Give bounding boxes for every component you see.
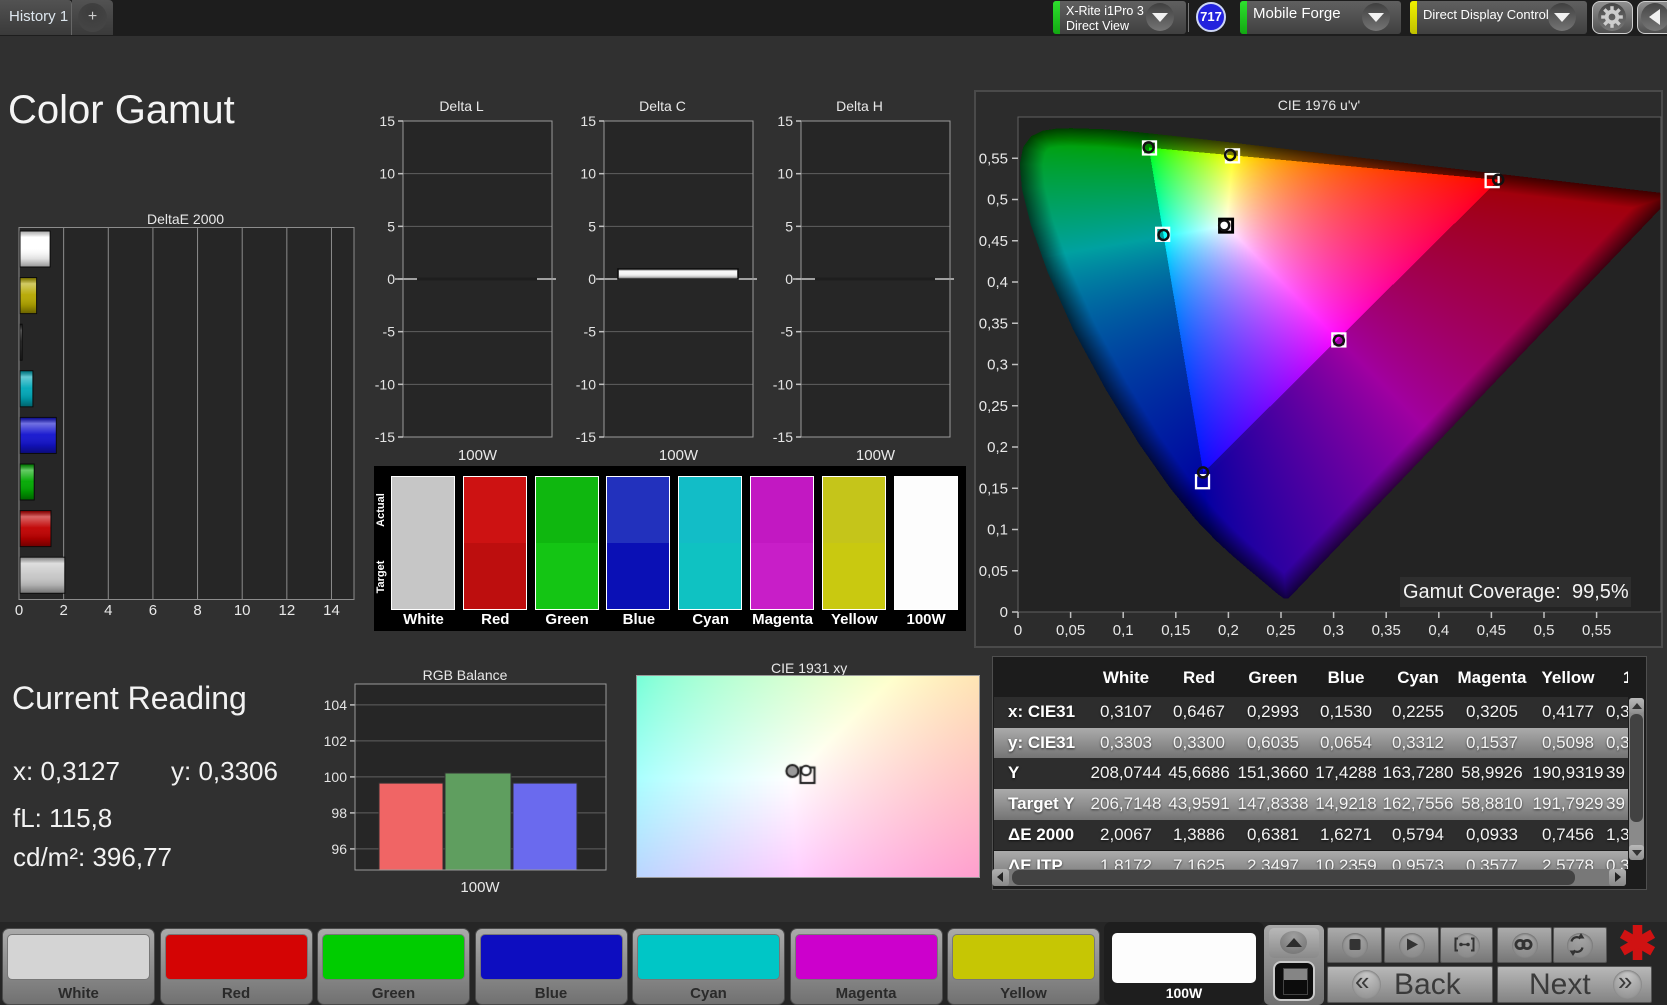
svg-text:0,3: 0,3 (987, 357, 1008, 374)
svg-text:Gamut Coverage: 99,5%: Gamut Coverage: 99,5% (1403, 581, 1629, 603)
svg-text:Delta C: Delta C (639, 98, 686, 114)
svg-text:98: 98 (331, 805, 347, 821)
svg-text:-5: -5 (584, 324, 597, 340)
svg-text:15: 15 (777, 113, 793, 129)
svg-text:96: 96 (331, 841, 347, 857)
svg-text:0,55: 0,55 (1582, 622, 1611, 639)
svg-text:-5: -5 (781, 324, 794, 340)
svg-text:Delta L: Delta L (439, 98, 484, 114)
svg-text:Delta H: Delta H (836, 98, 883, 114)
svg-text:0,5: 0,5 (987, 192, 1008, 209)
svg-text:-10: -10 (576, 376, 596, 392)
svg-text:100W: 100W (659, 447, 699, 464)
svg-text:0,15: 0,15 (979, 480, 1008, 497)
svg-text:0: 0 (15, 602, 23, 619)
svg-text:100W: 100W (856, 447, 896, 464)
svg-text:15: 15 (379, 113, 395, 129)
svg-text:0,45: 0,45 (1477, 622, 1506, 639)
svg-text:0,4: 0,4 (987, 274, 1008, 291)
svg-text:0,35: 0,35 (979, 315, 1008, 332)
svg-text:100W: 100W (460, 879, 500, 896)
svg-text:15: 15 (580, 113, 596, 129)
svg-text:100: 100 (324, 769, 348, 785)
svg-text:0,05: 0,05 (1056, 622, 1085, 639)
svg-text:8: 8 (193, 602, 201, 619)
svg-text:2: 2 (59, 602, 67, 619)
svg-text:0: 0 (387, 271, 395, 287)
svg-text:0,3: 0,3 (1323, 622, 1344, 639)
svg-text:0: 0 (1014, 622, 1022, 639)
svg-text:-15: -15 (773, 429, 793, 445)
svg-text:-15: -15 (576, 429, 596, 445)
svg-text:10: 10 (234, 602, 251, 619)
svg-text:0: 0 (1000, 604, 1008, 621)
svg-text:0,05: 0,05 (979, 563, 1008, 580)
svg-text:0,5: 0,5 (1534, 622, 1555, 639)
svg-text:-15: -15 (375, 429, 395, 445)
svg-text:0,1: 0,1 (987, 522, 1008, 539)
svg-text:102: 102 (324, 733, 348, 749)
svg-text:0,15: 0,15 (1161, 622, 1190, 639)
svg-text:12: 12 (278, 602, 295, 619)
svg-text:0: 0 (785, 271, 793, 287)
svg-text:0,45: 0,45 (979, 233, 1008, 250)
svg-text:RGB Balance: RGB Balance (423, 667, 508, 683)
svg-text:0,4: 0,4 (1428, 622, 1449, 639)
svg-text:4: 4 (104, 602, 112, 619)
svg-text:0,25: 0,25 (979, 398, 1008, 415)
svg-text:6: 6 (149, 602, 157, 619)
svg-text:10: 10 (379, 166, 395, 182)
svg-text:0: 0 (588, 271, 596, 287)
svg-text:5: 5 (387, 218, 395, 234)
svg-text:100W: 100W (458, 447, 498, 464)
svg-text:5: 5 (588, 218, 596, 234)
svg-text:CIE 1976 u'v': CIE 1976 u'v' (1278, 97, 1360, 113)
svg-text:0,25: 0,25 (1266, 622, 1295, 639)
svg-text:0,55: 0,55 (979, 150, 1008, 167)
svg-text:14: 14 (323, 602, 340, 619)
svg-text:-10: -10 (773, 376, 793, 392)
svg-text:-5: -5 (383, 324, 396, 340)
svg-text:104: 104 (324, 697, 348, 713)
svg-text:0,1: 0,1 (1113, 622, 1134, 639)
svg-text:10: 10 (580, 166, 596, 182)
svg-text:10: 10 (777, 166, 793, 182)
svg-text:0,2: 0,2 (1218, 622, 1239, 639)
svg-text:0,2: 0,2 (987, 439, 1008, 456)
svg-text:-10: -10 (375, 376, 395, 392)
svg-text:5: 5 (785, 218, 793, 234)
svg-text:0,35: 0,35 (1372, 622, 1401, 639)
